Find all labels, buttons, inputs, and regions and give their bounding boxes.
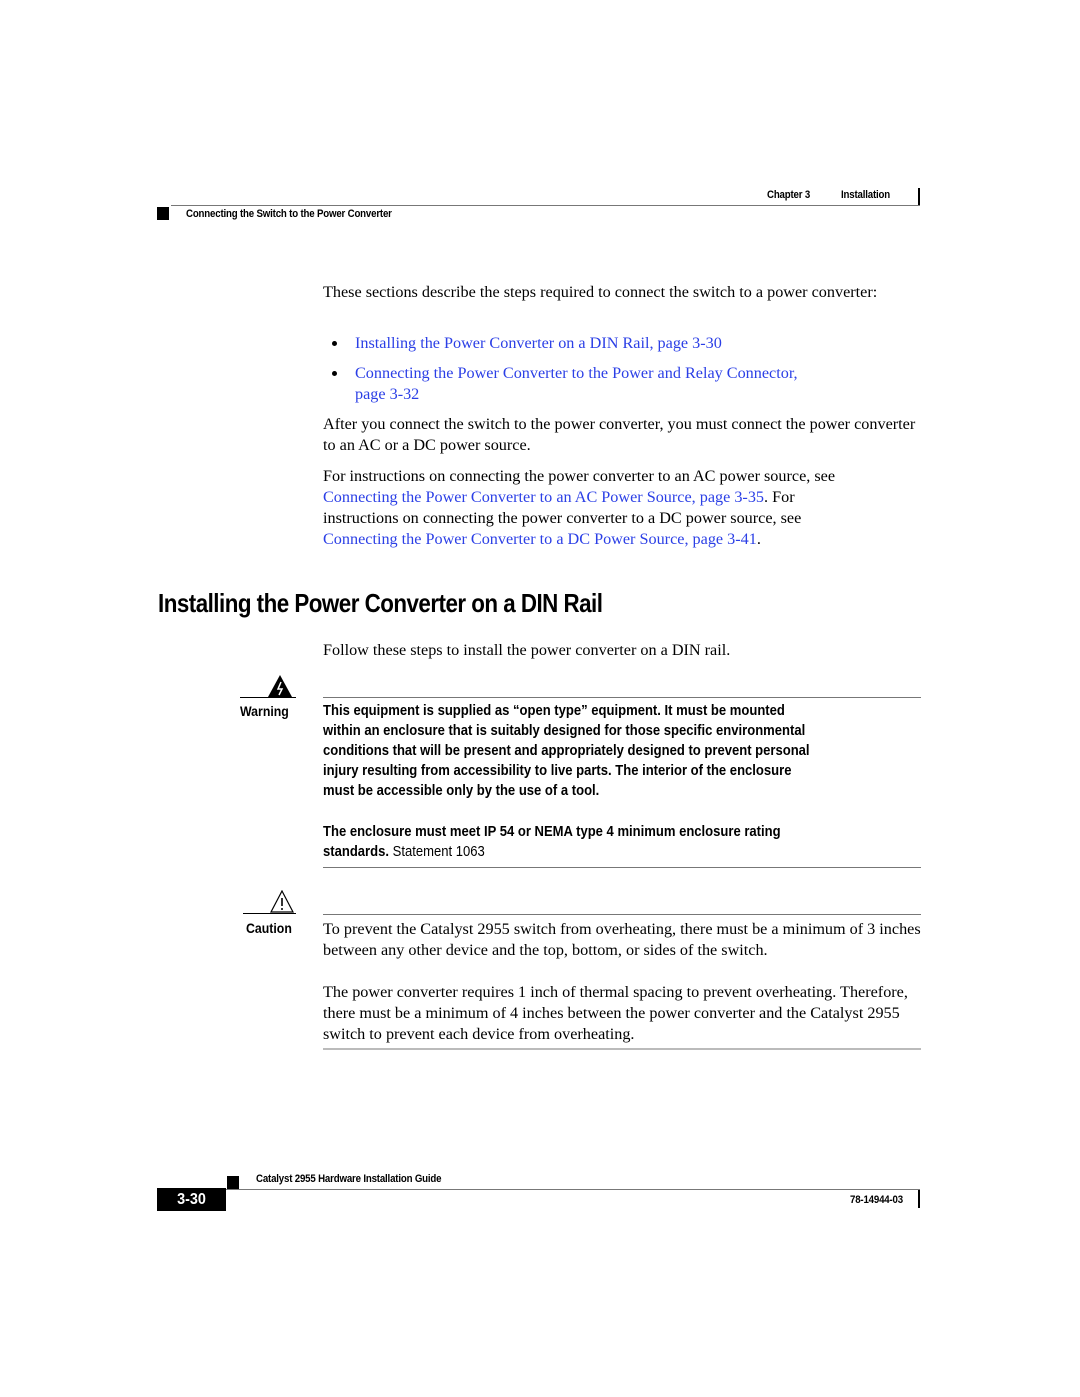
statement-number: Statement 1063	[392, 844, 485, 860]
header-rule	[171, 205, 920, 206]
header-section-marker	[157, 207, 169, 220]
footer-marker	[227, 1176, 239, 1189]
warning-bottom-rule	[323, 867, 921, 868]
link-dc-power-source[interactable]: Connecting the Power Converter to a DC P…	[323, 530, 757, 548]
caution-top-rule	[323, 914, 921, 915]
bullet-icon	[332, 341, 337, 346]
warning-top-rule	[323, 697, 921, 698]
caution-bottom-rule	[323, 1048, 921, 1050]
header-chapter-title: Installation	[841, 189, 890, 201]
warning-label: Warning	[240, 703, 289, 719]
footer-end-bar	[918, 1190, 920, 1208]
page-number: 3-30	[177, 1191, 206, 1208]
bullet-icon	[332, 371, 337, 376]
after-paragraph: After you connect the switch to the powe…	[323, 415, 916, 454]
footer-rule	[226, 1189, 920, 1190]
caution-icon-rule	[243, 913, 296, 914]
warning-icon-rule	[240, 697, 296, 698]
footer-doc-number: 78-14944-03	[850, 1194, 903, 1206]
caution-paragraph-2: The power converter requires 1 inch of t…	[323, 983, 908, 1043]
caution-triangle-icon	[269, 889, 295, 914]
header-chapter: Chapter 3	[767, 189, 810, 201]
electrical-hazard-icon	[266, 674, 294, 698]
caution-label: Caution	[246, 920, 292, 936]
page-number-box: 3-30	[157, 1188, 226, 1211]
chapter-number: Chapter 3	[767, 189, 811, 201]
warning-text: This equipment is supplied as “open type…	[323, 703, 810, 799]
intro-paragraph: These sections describe the steps requir…	[323, 283, 878, 301]
footer-guide-title: Catalyst 2955 Hardware Installation Guid…	[256, 1173, 442, 1185]
section-lead: Follow these steps to install the power …	[323, 641, 731, 659]
link-power-relay-connector[interactable]: Connecting the Power Converter to the Po…	[355, 363, 798, 405]
warning-enclosure-text: The enclosure must meet IP 54 or NEMA ty…	[323, 824, 781, 860]
header-end-bar	[918, 188, 920, 206]
header-section-title: Connecting the Switch to the Power Conve…	[186, 208, 392, 220]
link-din-rail[interactable]: Installing the Power Converter on a DIN …	[355, 333, 722, 354]
instructions-paragraph: For instructions on connecting the power…	[323, 467, 836, 548]
caution-paragraph-1: To prevent the Catalyst 2955 switch from…	[323, 920, 921, 959]
link-ac-power-source[interactable]: Connecting the Power Converter to an AC …	[323, 488, 764, 506]
section-title: Installing the Power Converter on a DIN …	[158, 588, 603, 618]
